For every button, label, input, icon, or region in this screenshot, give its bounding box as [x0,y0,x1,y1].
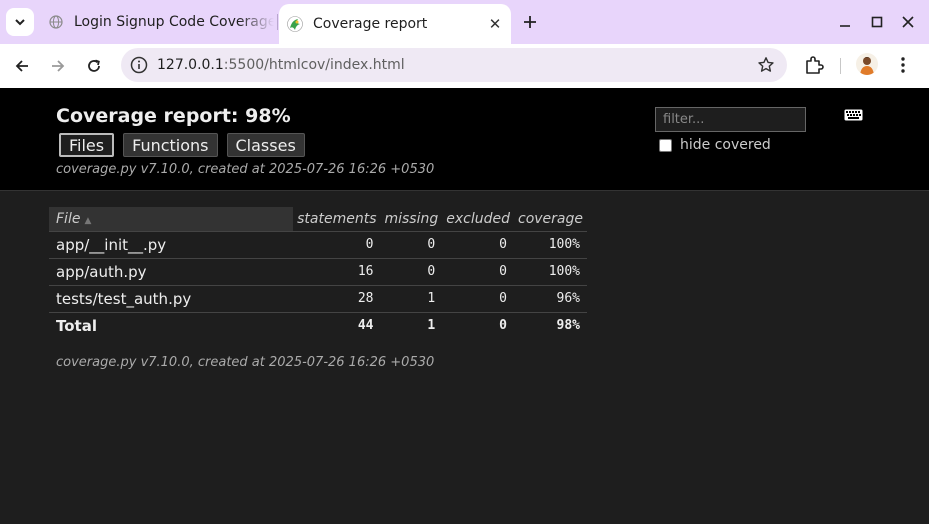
col-excluded-header[interactable]: excluded [442,207,514,231]
total-coverage: 98% [514,311,587,339]
close-icon [902,16,914,28]
missing-cell: 0 [380,257,443,285]
functions-button[interactable]: Functions [123,133,218,157]
coverage-logo-icon [287,16,303,32]
tab-title: Coverage report [313,16,428,32]
chevron-down-icon [15,19,25,26]
keyboard-icon[interactable] [844,109,863,121]
minimize-button[interactable] [834,11,856,33]
file-link[interactable]: app/auth.py [49,257,294,285]
maximize-icon [871,16,883,28]
total-excluded: 0 [442,311,514,339]
close-tab-icon[interactable]: ✕ [485,14,505,34]
hide-covered-checkbox[interactable] [659,138,672,152]
hide-covered-label: hide covered [680,137,771,153]
coverage-cell: 96% [514,284,587,312]
arrow-left-icon [15,60,28,72]
table-row: app/__init__.py 0 0 0 100% [49,230,587,258]
col-file-header[interactable]: File ▲ [49,207,294,231]
tab-login-signup[interactable]: Login Signup Code Coverage [40,6,274,38]
missing-cell: 1 [380,284,443,312]
close-window-button[interactable] [897,11,919,33]
reload-button[interactable] [82,54,106,78]
missing-cell: 0 [380,230,443,258]
excluded-cell: 0 [442,284,514,312]
file-link[interactable]: tests/test_auth.py [49,284,294,312]
page-title: Coverage report: 98% [56,105,291,127]
total-missing: 1 [380,311,443,339]
statements-cell: 28 [293,284,381,312]
profile-avatar[interactable] [856,53,878,75]
table-header-row: File ▲ statements missing excluded covera… [49,207,587,231]
table-row: app/auth.py 16 0 0 100% [49,257,587,285]
new-tab-button[interactable] [518,10,542,34]
col-statements-header[interactable]: statements [293,207,380,231]
url-text: 127.0.0.1:5500/htmlcov/index.html [157,57,405,73]
filter-input[interactable]: filter... [655,107,806,132]
forward-button[interactable] [46,54,70,78]
col-file-label: File [56,210,81,227]
report-header: Coverage report: 98% Files Functions Cla… [0,88,929,191]
total-label: Total [49,311,294,339]
puzzle-icon [806,56,824,74]
back-button[interactable] [10,54,34,78]
browser-menu-button[interactable] [892,54,914,76]
total-statements: 44 [293,311,381,339]
coverage-cell: 100% [514,257,587,285]
report-nav: Files Functions Classes [59,133,305,157]
created-info: coverage.py v7.10.0, created at 2025-07-… [56,162,435,177]
excluded-cell: 0 [442,230,514,258]
statements-cell: 0 [293,230,381,258]
tab-search-button[interactable] [6,8,34,36]
bookmark-star-icon[interactable] [757,56,775,74]
file-link[interactable]: app/__init__.py [49,230,294,258]
classes-button[interactable]: Classes [226,133,305,157]
plus-icon [524,16,536,28]
tab-coverage-report[interactable]: Coverage report ✕ [279,4,511,44]
url-path: :5500/htmlcov/index.html [223,57,405,73]
hide-covered-toggle[interactable]: hide covered [659,137,771,153]
coverage-cell: 100% [514,230,587,258]
maximize-button[interactable] [866,11,888,33]
total-row: Total 44 1 0 98% [49,311,587,339]
arrow-right-icon [52,60,65,72]
toolbar-divider [840,58,841,74]
browser-toolbar: 127.0.0.1:5500/htmlcov/index.html [0,44,929,88]
excluded-cell: 0 [442,257,514,285]
coverage-table: File ▲ statements missing excluded covera… [49,207,587,339]
tab-divider [277,14,278,30]
col-coverage-header[interactable]: coverage [514,207,587,231]
address-bar[interactable]: 127.0.0.1:5500/htmlcov/index.html [121,48,787,82]
tab-title: Login Signup Code Coverage [74,14,274,30]
minimize-icon [840,25,850,27]
table-row: tests/test_auth.py 28 1 0 96% [49,284,587,312]
page-content: Coverage report: 98% Files Functions Cla… [0,88,929,524]
reload-icon [88,59,100,72]
statements-cell: 16 [293,257,381,285]
footer-info: coverage.py v7.10.0, created at 2025-07-… [56,355,435,370]
sort-ascending-icon: ▲ [84,215,92,226]
more-vertical-icon [901,57,905,73]
globe-icon [48,14,64,30]
col-missing-header[interactable]: missing [380,207,442,231]
tab-strip: Login Signup Code Coverage Coverage repo… [0,0,929,44]
url-host: 127.0.0.1 [157,57,224,73]
files-button[interactable]: Files [59,133,115,157]
extensions-button[interactable] [803,54,825,76]
site-info-icon[interactable] [130,56,148,74]
